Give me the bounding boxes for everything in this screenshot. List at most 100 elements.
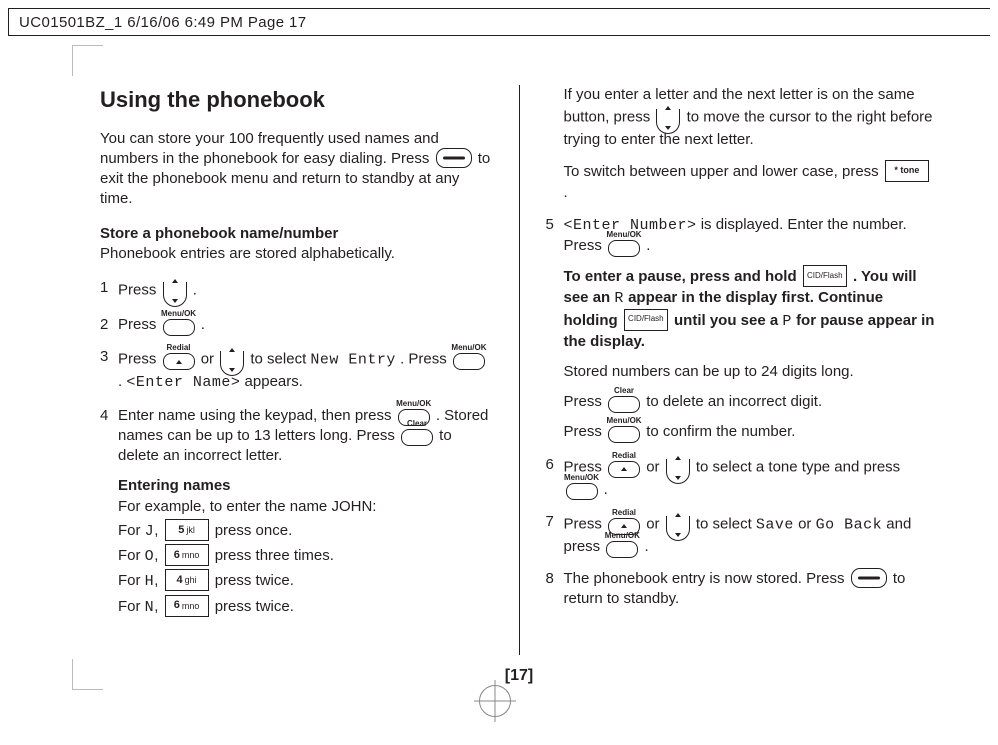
step-body: Press Redial or to select Save or Go Bac… <box>564 512 939 557</box>
registration-mark-icon <box>479 685 519 725</box>
right-column: If you enter a letter and the next lette… <box>519 85 939 655</box>
section-title: Using the phonebook <box>100 85 493 115</box>
text: . <box>193 282 197 299</box>
display-text: New Entry <box>310 352 396 369</box>
step-body: Press Redial or to select New Entry . Pr… <box>118 347 493 393</box>
step-number: 7 <box>546 512 564 557</box>
redial-key-icon: Redial <box>608 461 640 478</box>
nav-key-icon <box>666 516 690 541</box>
text: , <box>154 598 162 615</box>
text: to select a tone type and press <box>696 458 900 475</box>
char: P <box>782 312 792 329</box>
key-label: CID/Flash <box>628 314 664 325</box>
key-label: Redial <box>612 508 636 519</box>
text: Press <box>118 282 161 299</box>
clear-key-icon: Clear <box>608 396 640 413</box>
nav-key-icon <box>666 459 690 484</box>
pause-instructions: To enter a pause, press and hold CID/Fla… <box>564 266 939 352</box>
text: , <box>154 547 162 564</box>
text: To switch between upper and lower case, … <box>564 162 883 179</box>
redial-key-icon: Redial <box>163 353 195 370</box>
nav-key-icon <box>220 351 244 376</box>
case-switch-note: To switch between upper and lower case, … <box>564 161 939 203</box>
step-5: 5 <Enter Number> is displayed. Enter the… <box>546 215 939 443</box>
clear-key-icon: Clear <box>401 429 433 446</box>
print-header-text: UC01501BZ_1 6/16/06 6:49 PM Page 17 <box>19 14 307 31</box>
text: . <box>201 316 205 333</box>
text: to delete an incorrect digit. <box>646 393 822 410</box>
text: to select <box>696 515 756 532</box>
example-h: For H, 4ghi press twice. <box>118 570 493 592</box>
delete-digit-note: Press Clear to delete an incorrect digit… <box>564 392 939 412</box>
text: Enter name using the keypad, then press <box>118 407 396 424</box>
crop-mark-icon <box>72 45 103 76</box>
text: For <box>118 547 145 564</box>
print-header: UC01501BZ_1 6/16/06 6:49 PM Page 17 <box>8 8 990 36</box>
text: Press <box>118 351 161 368</box>
continuation-note: If you enter a letter and the next lette… <box>546 85 939 203</box>
display-text: Go Back <box>816 516 883 533</box>
text: to select <box>250 351 310 368</box>
entering-example: For example, to enter the name JOHN: <box>118 498 376 515</box>
text: For <box>118 598 145 615</box>
step-number: 5 <box>546 215 564 443</box>
example-j: For J, 5jkl press once. <box>118 520 493 542</box>
step-number: 2 <box>100 315 118 335</box>
key-label: Menu/OK <box>161 309 196 320</box>
text: until you see a <box>674 311 782 328</box>
text: , <box>154 522 162 539</box>
stored-length-note: Stored numbers can be up to 24 digits lo… <box>564 362 939 382</box>
display-text: Save <box>756 516 794 533</box>
step-body: Press . <box>118 278 493 303</box>
text: Press <box>564 515 607 532</box>
key-label: Menu/OK <box>396 399 431 410</box>
key-label: Redial <box>167 343 191 354</box>
text: You can store your 100 frequently used n… <box>100 130 439 167</box>
text: . <box>564 184 568 201</box>
text: or <box>201 351 219 368</box>
key-digit: 6 <box>174 598 180 613</box>
text: For <box>118 522 145 539</box>
step-body: Press Menu/OK . <box>118 315 493 335</box>
step-4: 4 Enter name using the keypad, then pres… <box>100 406 493 618</box>
entering-heading: Entering names <box>118 477 231 494</box>
step-number: 6 <box>546 455 564 500</box>
step-body: If you enter a letter and the next lette… <box>564 85 939 203</box>
step-6: 6 Press Redial or to select a tone type … <box>546 455 939 500</box>
confirm-number-note: Press Menu/OK to confirm the number. <box>564 422 939 442</box>
end-key-icon <box>851 568 887 588</box>
char: J <box>145 523 155 540</box>
step-number: 3 <box>100 347 118 393</box>
menu-ok-key-icon: Menu/OK <box>163 319 195 336</box>
text: Press <box>564 423 607 440</box>
text: press twice. <box>215 572 294 589</box>
entering-names-block: Entering names For example, to enter the… <box>118 476 493 617</box>
step-body: <Enter Number> is displayed. Enter the n… <box>564 215 939 443</box>
text: , <box>154 572 162 589</box>
key-label: Menu/OK <box>606 416 641 427</box>
keypad-6-icon: 6mno <box>165 595 209 617</box>
step-7: 7 Press Redial or to select Save or Go B… <box>546 512 939 557</box>
menu-ok-key-icon: Menu/OK <box>608 240 640 257</box>
cid-flash-key-icon: CID/Flash <box>803 265 847 287</box>
text: Press <box>118 316 161 333</box>
text: press three times. <box>215 547 334 564</box>
text: press once. <box>215 522 293 539</box>
keypad-6-icon: 6mno <box>165 544 209 566</box>
store-subtext: Phonebook entries are stored alphabetica… <box>100 245 395 262</box>
text: or <box>646 515 664 532</box>
intro-paragraph: You can store your 100 frequently used n… <box>100 129 493 210</box>
step-body: The phonebook entry is now stored. Press… <box>564 569 939 610</box>
example-o: For O, 6mno press three times. <box>118 545 493 567</box>
key-digit: 5 <box>178 523 184 538</box>
key-letters: jkl <box>186 524 195 536</box>
text: . <box>604 481 608 498</box>
text: For <box>118 572 145 589</box>
key-digit: 4 <box>176 573 182 588</box>
menu-ok-key-icon: Menu/OK <box>606 541 638 558</box>
example-n: For N, 6mno press twice. <box>118 596 493 618</box>
star-tone-key-icon: * tone <box>885 160 929 182</box>
key-label: Redial <box>612 451 636 462</box>
display-text: <Enter Name> <box>126 374 240 391</box>
char: N <box>145 599 155 616</box>
